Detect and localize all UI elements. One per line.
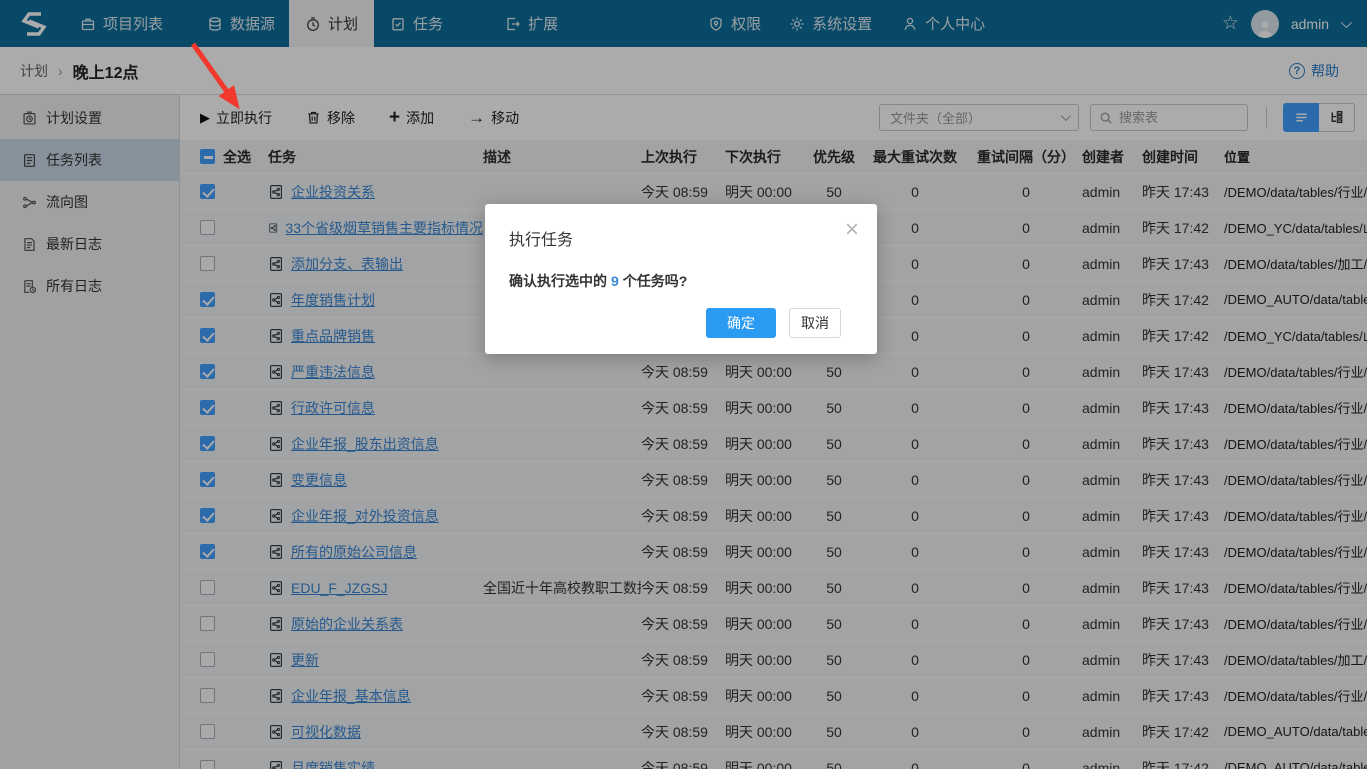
confirm-button[interactable]: 确定 bbox=[706, 308, 776, 338]
dialog-message: 确认执行选中的9个任务吗? bbox=[485, 250, 877, 291]
close-icon[interactable]: × bbox=[845, 218, 859, 242]
modal-mask[interactable] bbox=[0, 0, 1367, 769]
execute-task-dialog: 执行任务 × 确认执行选中的9个任务吗? 确定 取消 bbox=[485, 204, 877, 354]
dialog-footer: 确定 取消 bbox=[706, 308, 841, 338]
dialog-title: 执行任务 bbox=[485, 204, 877, 250]
selected-count: 9 bbox=[611, 273, 619, 289]
cancel-button[interactable]: 取消 bbox=[789, 308, 841, 338]
app-root: 项目列表 数据源 计划 任务 扩展 权限 bbox=[0, 0, 1367, 769]
